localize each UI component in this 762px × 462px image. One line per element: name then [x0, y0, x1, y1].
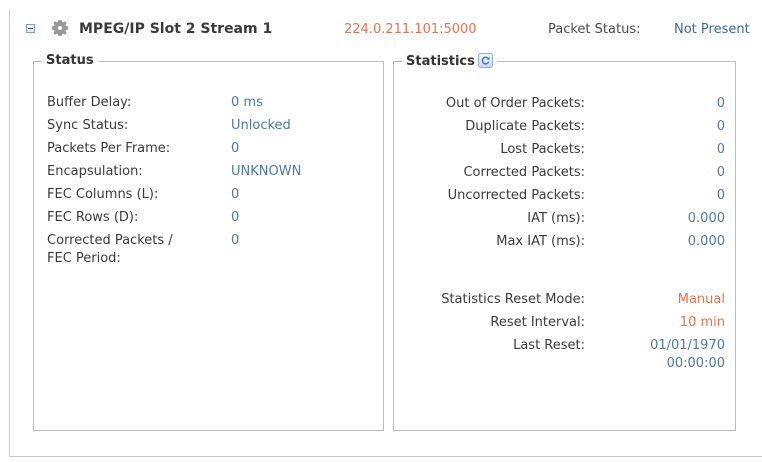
sync-status-label: Sync Status: — [47, 118, 129, 133]
stream-header: MPEG/IP Slot 2 Stream 1 224.0.211.101:50… — [10, 10, 762, 48]
last-reset-label: Last Reset: — [513, 338, 585, 353]
iat-value: 0.000 — [687, 211, 725, 226]
corrected-packets-value: 0 — [716, 165, 725, 180]
duplicate-packets-value: 0 — [716, 119, 725, 134]
reset-interval-value: 10 min — [679, 315, 725, 330]
status-legend: Status — [42, 53, 98, 69]
statistics-group: Statistics Out of Order Packets: 0 Dupli… — [393, 53, 736, 431]
fec-columns-value: 0 — [231, 187, 240, 202]
stream-address: 224.0.211.101:5000 — [344, 22, 477, 37]
sync-status-value: Unlocked — [231, 118, 291, 133]
reset-mode-value: Manual — [677, 292, 725, 307]
statistics-legend: Statistics — [402, 53, 497, 70]
corrected-packets-label: Corrected Packets: — [463, 165, 585, 180]
max-iat-value: 0.000 — [687, 234, 725, 249]
reset-mode-label: Statistics Reset Mode: — [441, 292, 585, 307]
uncorrected-packets-label: Uncorrected Packets: — [447, 188, 585, 203]
out-of-order-packets-label: Out of Order Packets: — [445, 96, 585, 111]
uncorrected-packets-value: 0 — [716, 188, 725, 203]
lost-packets-value: 0 — [716, 142, 725, 157]
stream-title: MPEG/IP Slot 2 Stream 1 — [79, 21, 273, 37]
buffer-delay-label: Buffer Delay: — [47, 95, 132, 110]
statistics-legend-text: Statistics — [406, 54, 475, 69]
last-reset-date: 01/01/1970 — [650, 338, 725, 353]
lost-packets-label: Lost Packets: — [500, 142, 585, 157]
encapsulation-label: Encapsulation: — [47, 164, 143, 179]
corrected-packets-fec-label: Corrected Packets / — [47, 233, 173, 248]
collapse-icon[interactable] — [26, 24, 35, 33]
packet-status-value: Not Present — [674, 22, 750, 37]
duplicate-packets-label: Duplicate Packets: — [465, 119, 585, 134]
corrected-packets-fec-value: 0 — [231, 233, 240, 248]
status-group: Status Buffer Delay: 0 ms Sync Status: U… — [33, 53, 384, 431]
out-of-order-packets-value: 0 — [716, 96, 725, 111]
max-iat-label: Max IAT (ms): — [496, 234, 585, 249]
corrected-packets-fec-label-line2: FEC Period: — [47, 251, 121, 266]
status-legend-text: Status — [46, 53, 94, 68]
gear-icon — [51, 19, 69, 37]
buffer-delay-value: 0 ms — [231, 95, 263, 110]
encapsulation-value: UNKNOWN — [231, 164, 302, 179]
last-reset-time: 00:00:00 — [666, 356, 725, 371]
packets-per-frame-label: Packets Per Frame: — [47, 141, 171, 156]
reset-interval-label: Reset Interval: — [490, 315, 585, 330]
fec-rows-value: 0 — [231, 210, 240, 225]
packet-status-label: Packet Status: — [548, 22, 641, 37]
iat-label: IAT (ms): — [527, 211, 585, 226]
fec-columns-label: FEC Columns (L): — [47, 187, 159, 202]
refresh-icon[interactable] — [477, 53, 493, 68]
fec-rows-label: FEC Rows (D): — [47, 210, 139, 225]
packets-per-frame-value: 0 — [231, 141, 240, 156]
